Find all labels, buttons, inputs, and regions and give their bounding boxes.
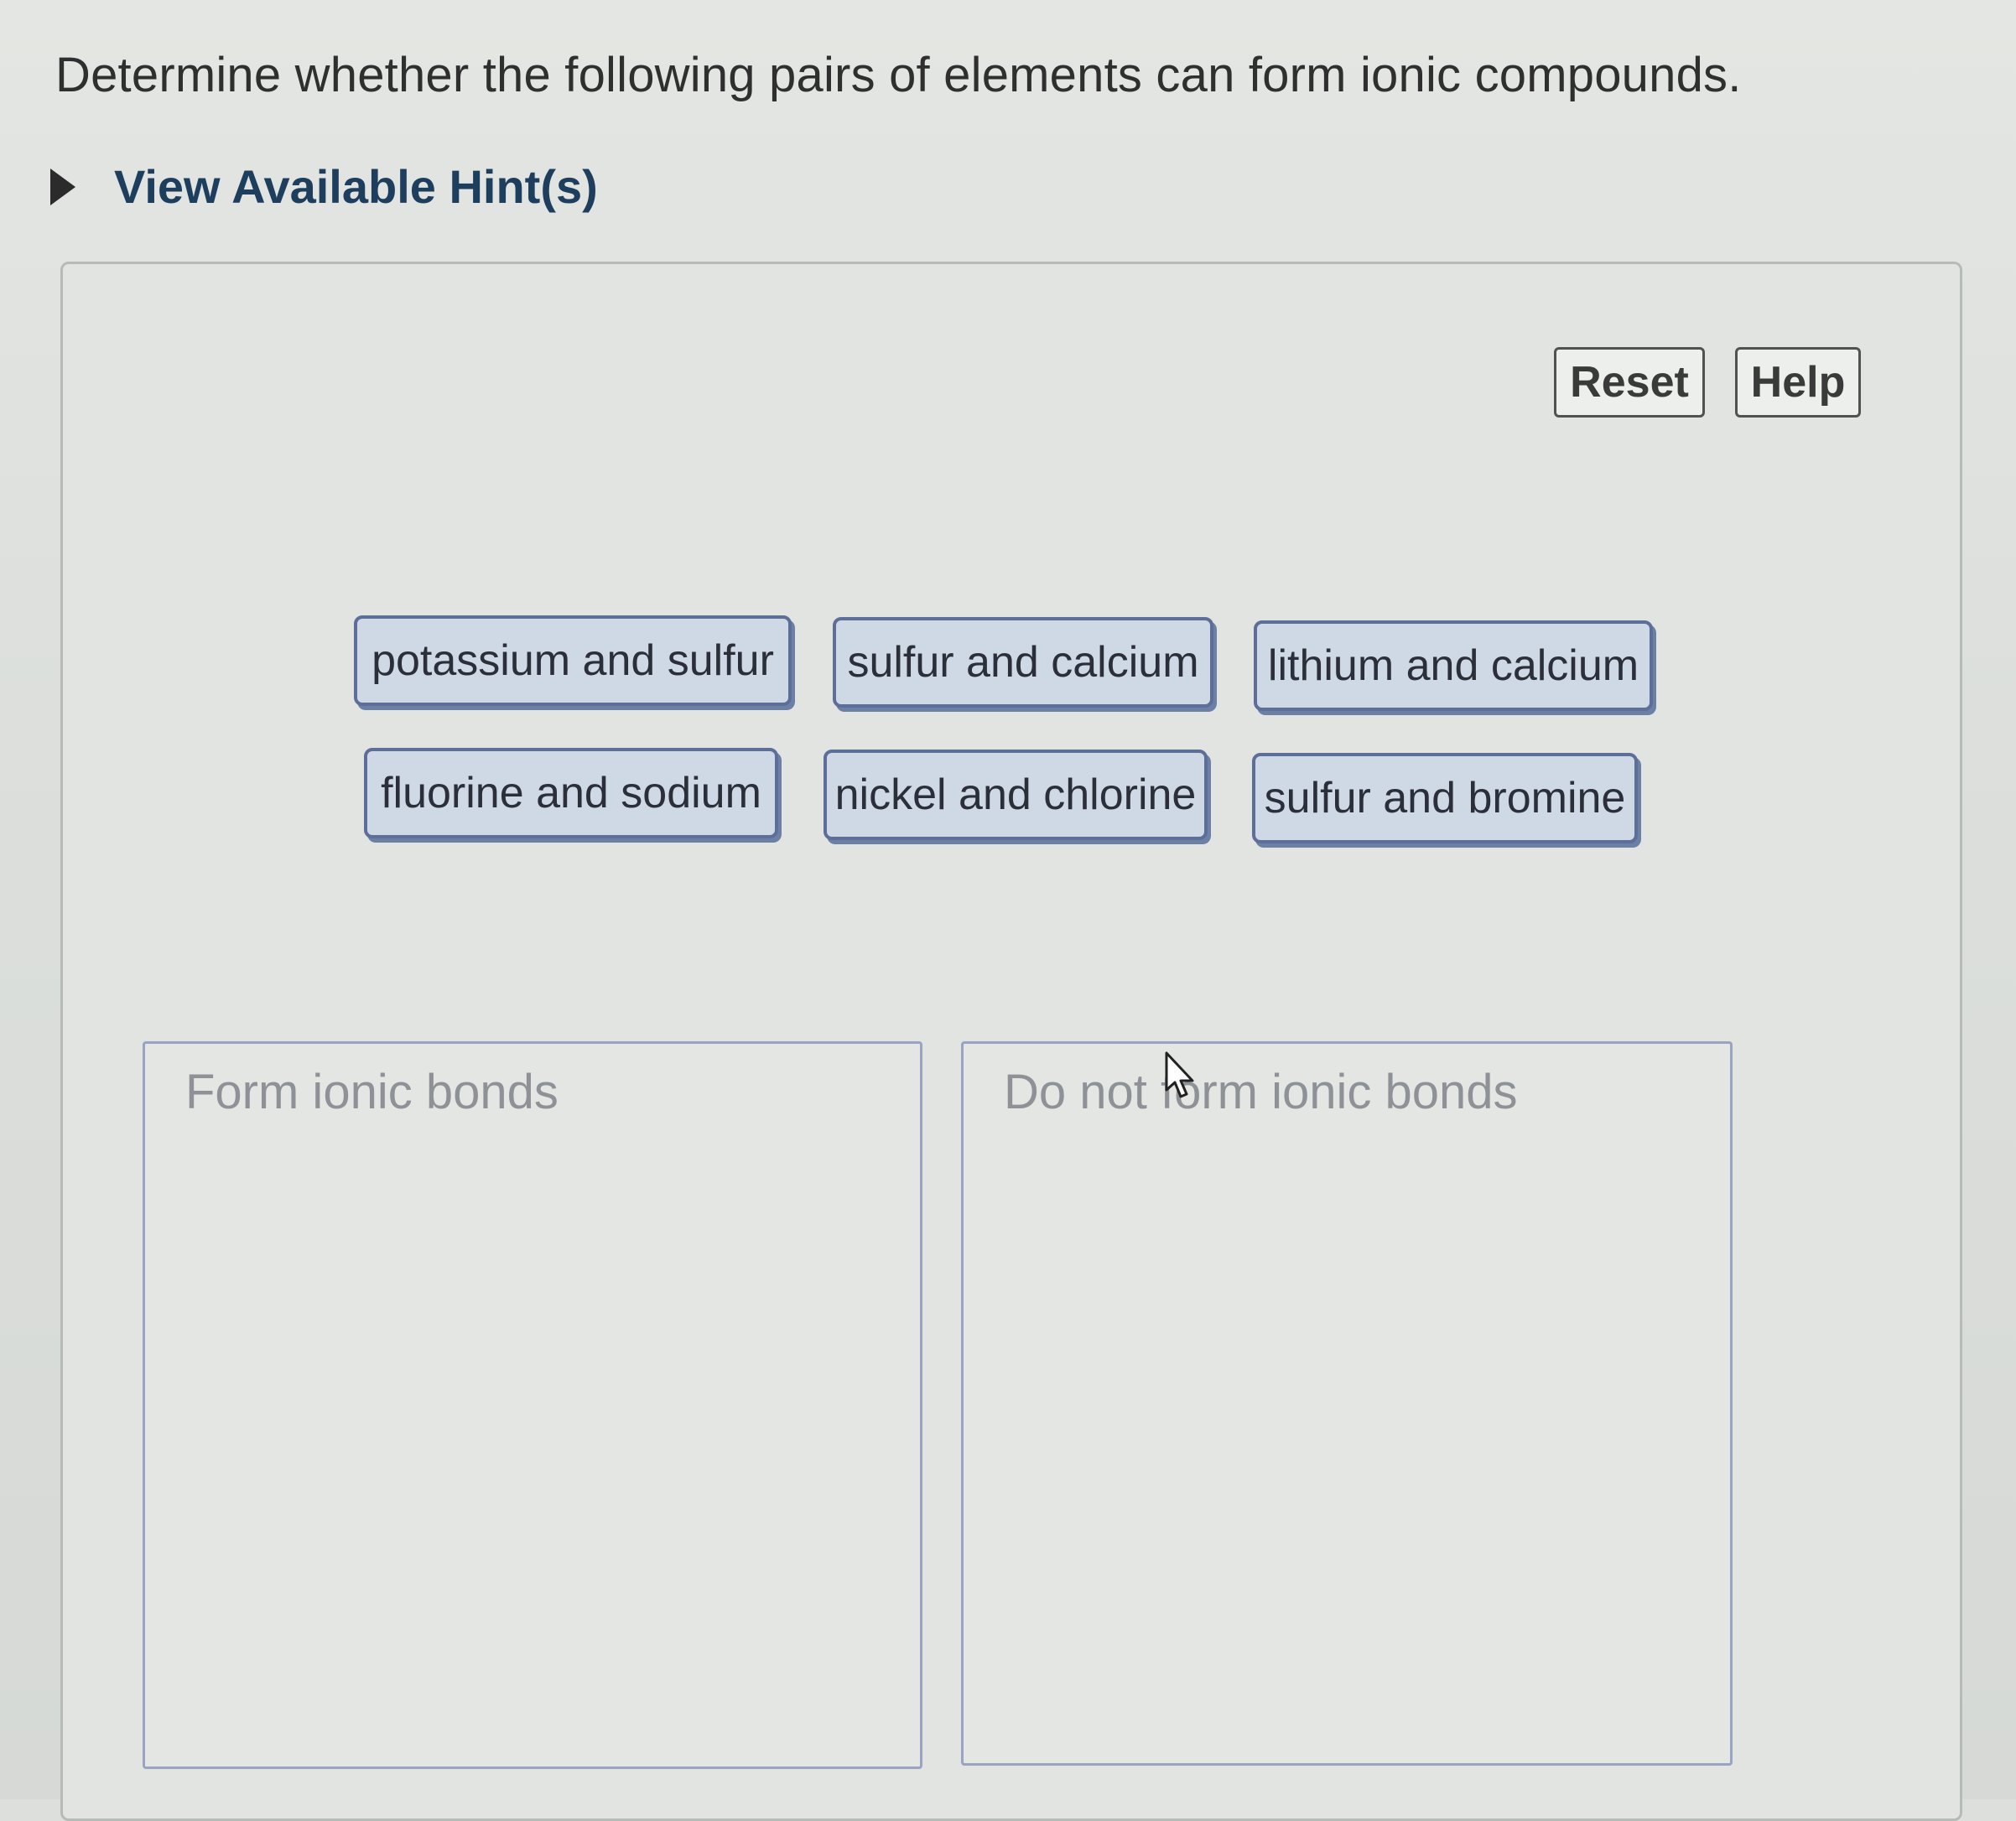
- reset-button[interactable]: Reset: [1554, 347, 1705, 418]
- chip-potassium-sulfur[interactable]: potassium and sulfur: [354, 615, 792, 706]
- question-text: Determine whether the following pairs of…: [55, 48, 1742, 102]
- mouse-pointer-icon: [1165, 1051, 1194, 1098]
- dropzone-form-label: Form ionic bonds: [185, 1065, 559, 1119]
- chip-nickel-chlorine[interactable]: nickel and chlorine: [824, 750, 1208, 840]
- chip-fluorine-sodium[interactable]: fluorine and sodium: [364, 748, 778, 838]
- dropzone-form-ionic-bonds[interactable]: Form ionic bonds: [143, 1041, 922, 1769]
- triangle-right-icon: [50, 168, 75, 205]
- chip-lithium-calcium[interactable]: lithium and calcium: [1254, 620, 1653, 711]
- help-button[interactable]: Help: [1735, 347, 1861, 418]
- chip-sulfur-calcium[interactable]: sulfur and calcium: [833, 617, 1213, 708]
- chip-sulfur-bromine[interactable]: sulfur and bromine: [1252, 753, 1638, 843]
- view-hints-toggle[interactable]: View Available Hint(s): [50, 159, 598, 214]
- view-hints-label: View Available Hint(s): [114, 160, 598, 213]
- dropzone-do-not-form-ionic-bonds[interactable]: Do not form ionic bonds: [961, 1041, 1733, 1766]
- page: Determine whether the following pairs of…: [0, 0, 2016, 1821]
- dropzone-do-not-form-label: Do not form ionic bonds: [1004, 1065, 1518, 1119]
